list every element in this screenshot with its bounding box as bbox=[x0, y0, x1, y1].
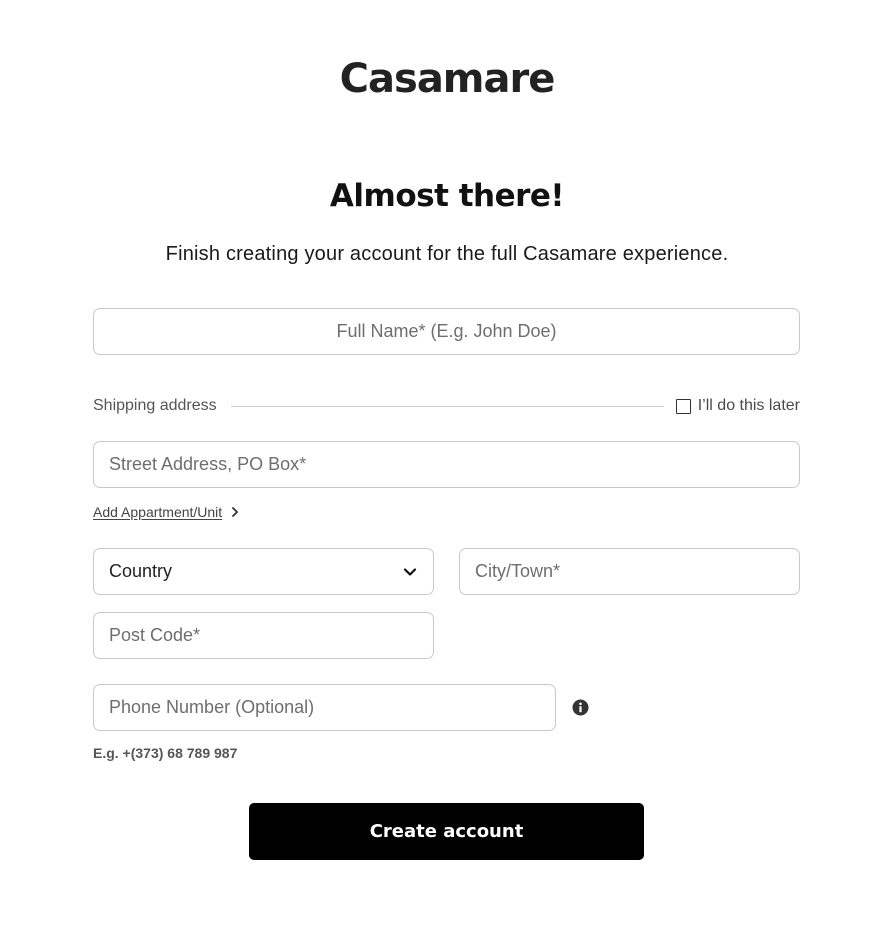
do-later-label: I’ll do this later bbox=[697, 397, 800, 414]
do-later-checkbox[interactable] bbox=[675, 398, 691, 414]
post-code-input[interactable] bbox=[93, 612, 434, 659]
add-apartment-label[interactable]: Add Appartment/Unit bbox=[93, 504, 222, 520]
info-icon[interactable] bbox=[572, 699, 589, 716]
brand-logo: Casamare bbox=[339, 56, 556, 102]
chevron-right-icon bbox=[232, 507, 239, 517]
country-select-value: Country bbox=[109, 561, 173, 581]
city-input[interactable] bbox=[459, 548, 800, 595]
country-select[interactable]: Country bbox=[93, 548, 434, 595]
create-account-button[interactable]: Create account bbox=[249, 803, 644, 860]
signup-page: Casamare Almost there! Finish creating y… bbox=[0, 0, 894, 937]
street-address-input[interactable] bbox=[93, 441, 800, 488]
divider-line bbox=[230, 405, 664, 407]
full-name-input[interactable] bbox=[93, 308, 800, 355]
page-title: Almost there! bbox=[329, 178, 565, 214]
phone-hint: E.g. +(373) 68 789 987 bbox=[93, 745, 238, 761]
phone-input[interactable] bbox=[93, 684, 556, 731]
add-apartment-link[interactable]: Add Appartment/Unit bbox=[93, 504, 240, 520]
shipping-address-label: Shipping address bbox=[93, 397, 217, 414]
shipping-address-divider: Shipping address I’ll do this later bbox=[93, 394, 800, 418]
do-later-toggle[interactable]: I’ll do this later bbox=[675, 397, 800, 415]
page-subtitle: Finish creating your account for the ful… bbox=[165, 243, 729, 265]
chevron-down-icon bbox=[403, 567, 417, 576]
